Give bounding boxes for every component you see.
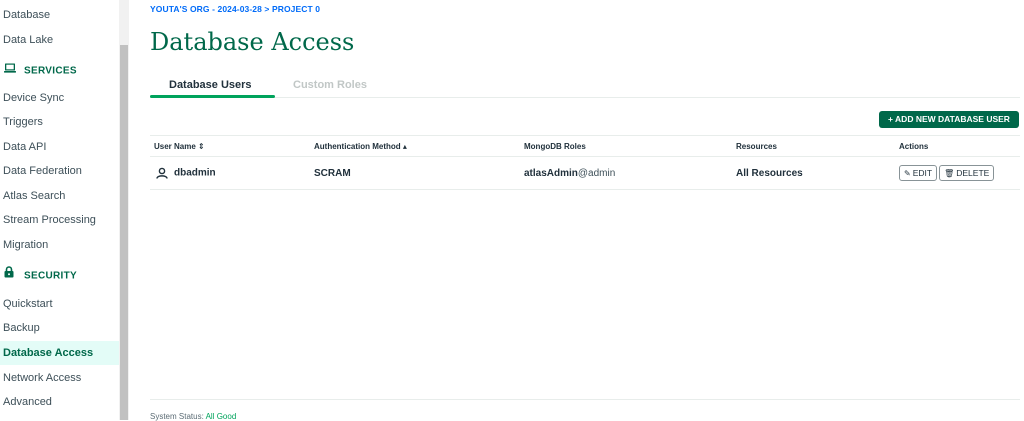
sidebar: Database Data Lake SERVICES Device Sync …: [0, 0, 119, 420]
sidebar-item-data-federation[interactable]: Data Federation: [0, 159, 119, 183]
sidebar-item-data-lake[interactable]: Data Lake: [0, 28, 119, 52]
laptop-icon: [4, 59, 18, 83]
pencil-icon: ✎: [904, 169, 911, 178]
edit-label: EDIT: [912, 168, 933, 178]
sidebar-item-quickstart[interactable]: Quickstart: [0, 292, 119, 316]
role-db: @admin: [577, 167, 616, 179]
column-header-authentication-method[interactable]: Authentication Method ▴: [310, 135, 520, 157]
page-title: Database Access: [150, 28, 355, 56]
tab-custom-roles[interactable]: Custom Roles: [293, 79, 367, 91]
column-header-actions: Actions: [895, 135, 1020, 157]
sidebar-scrollbar-thumb[interactable]: [120, 45, 128, 420]
sidebar-item-database[interactable]: Database: [0, 3, 119, 27]
roles-cell: atlasAdmin@admin: [520, 156, 732, 190]
sidebar-item-database-access[interactable]: Database Access: [0, 341, 119, 365]
footer-divider: [150, 399, 1020, 400]
user-name: dbadmin: [174, 167, 216, 179]
column-header-resources: Resources: [732, 135, 895, 157]
user-name-cell: dbadmin: [150, 156, 310, 190]
sidebar-item-triggers[interactable]: Triggers: [0, 110, 119, 134]
lock-icon: [4, 264, 18, 288]
role-name: atlasAdmin: [524, 167, 578, 179]
sidebar-section-label: SERVICES: [24, 65, 77, 77]
column-header-user-name[interactable]: User Name ⇕: [150, 135, 310, 157]
sidebar-item-migration[interactable]: Migration: [0, 233, 119, 257]
add-new-database-user-button[interactable]: + ADD NEW DATABASE USER: [879, 111, 1019, 128]
sidebar-section-label: SECURITY: [24, 270, 77, 282]
sidebar-item-atlas-search[interactable]: Atlas Search: [0, 184, 119, 208]
column-header-mongodb-roles: MongoDB Roles: [520, 135, 732, 157]
delete-label: DELETE: [956, 168, 990, 178]
sidebar-item-backup[interactable]: Backup: [0, 316, 119, 340]
resources-cell: All Resources: [732, 156, 895, 190]
edit-button[interactable]: ✎ EDIT: [899, 165, 938, 181]
database-users-table: User Name ⇕ Authentication Method ▴ Mong…: [150, 135, 1020, 190]
active-tab-indicator: [150, 95, 275, 98]
sidebar-item-device-sync[interactable]: Device Sync: [0, 86, 119, 110]
breadcrumb[interactable]: YOUTA'S ORG - 2024-03-28 > PROJECT 0: [150, 4, 320, 14]
tabs-divider: [150, 97, 1020, 98]
user-icon: [156, 167, 168, 179]
tab-database-users[interactable]: Database Users: [169, 79, 252, 91]
sidebar-section-services: SERVICES: [0, 59, 119, 83]
actions-cell: ✎ EDIT 🗑 DELETE: [895, 156, 1020, 190]
trash-icon: 🗑: [944, 169, 955, 178]
sidebar-item-data-api[interactable]: Data API: [0, 135, 119, 159]
sidebar-item-network-access[interactable]: Network Access: [0, 366, 119, 390]
delete-button[interactable]: 🗑 DELETE: [939, 165, 995, 181]
table-row: dbadmin SCRAM atlasAdmin@admin All Resou…: [150, 156, 1020, 190]
sidebar-item-stream-processing[interactable]: Stream Processing: [0, 208, 119, 232]
sidebar-section-security: SECURITY: [0, 264, 119, 288]
table-header-row: User Name ⇕ Authentication Method ▴ Mong…: [150, 135, 1020, 157]
auth-method-cell: SCRAM: [310, 156, 520, 190]
sidebar-item-advanced[interactable]: Advanced: [0, 390, 119, 414]
